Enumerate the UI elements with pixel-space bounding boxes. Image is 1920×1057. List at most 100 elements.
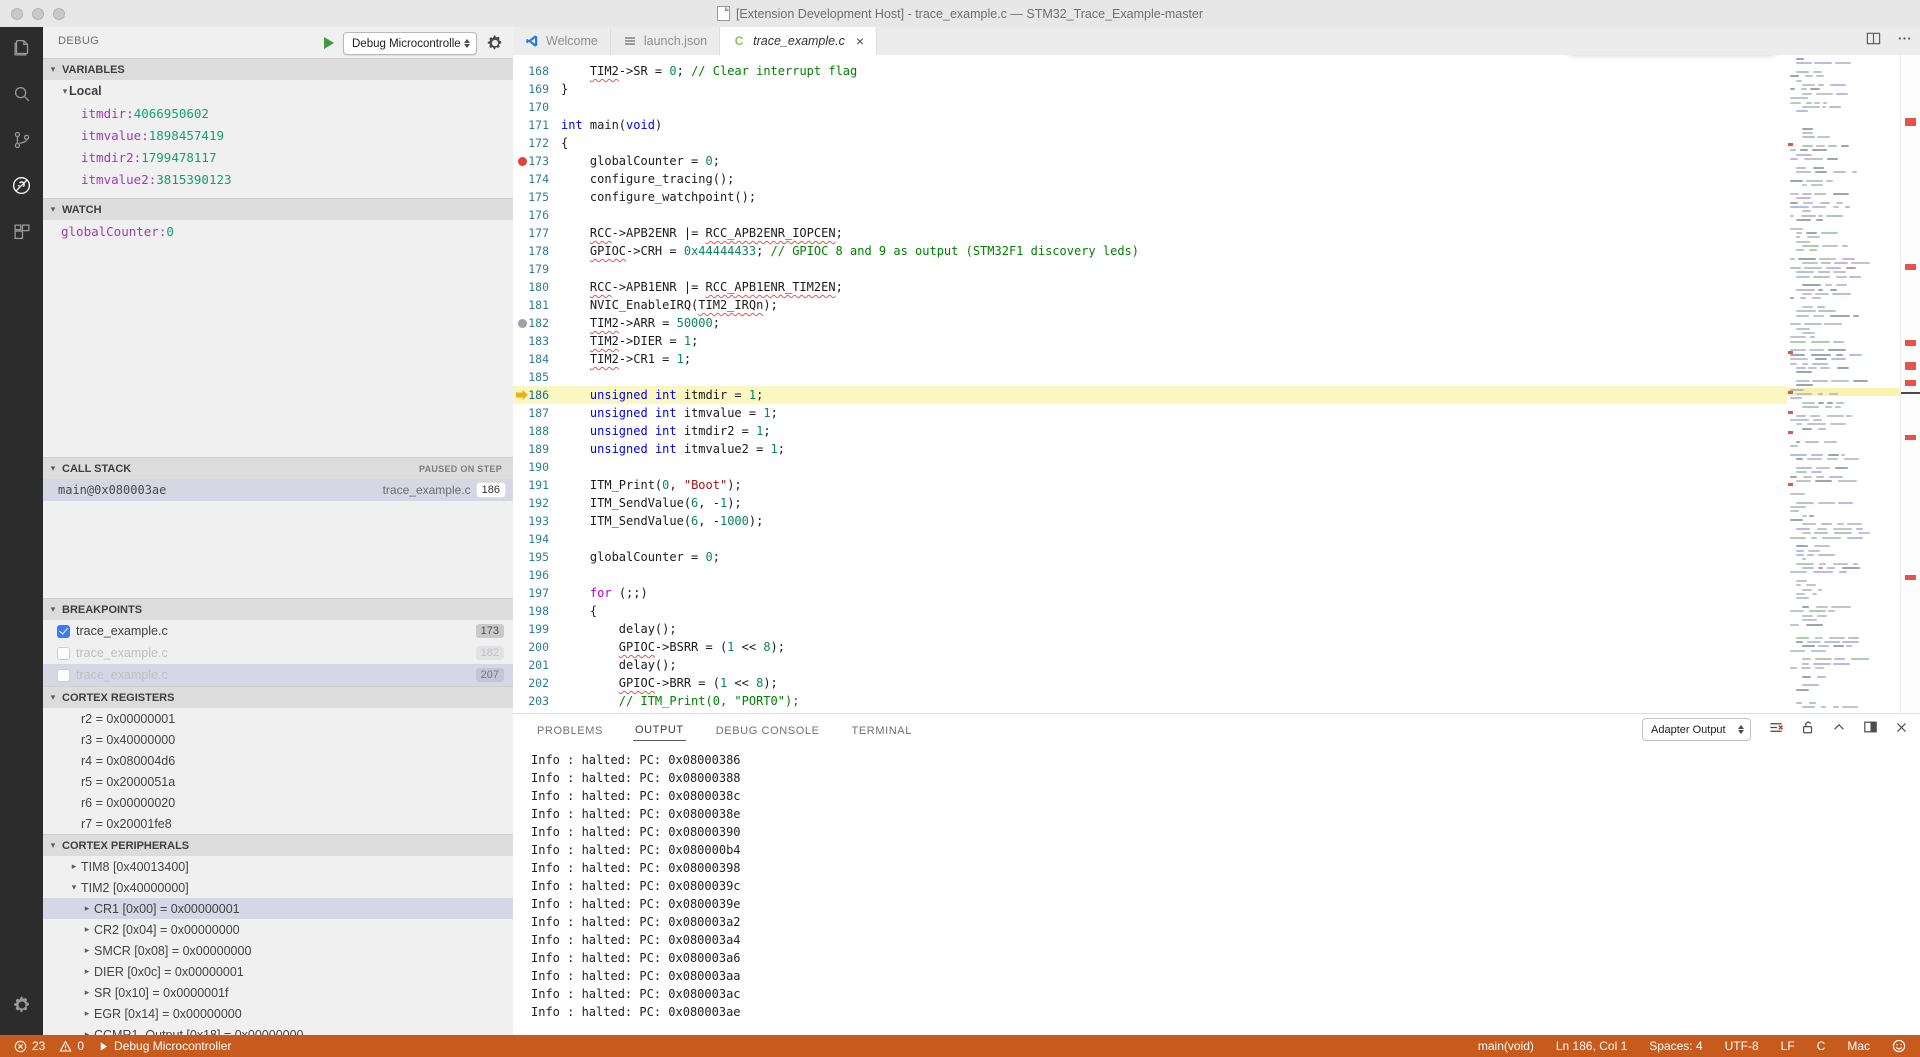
breakpoint-checkbox[interactable] xyxy=(57,647,70,660)
chevron-collapsed-icon[interactable]: ▸ xyxy=(83,945,91,956)
variable-row[interactable]: itmvalue: 1898457419 xyxy=(43,124,513,146)
status-language-mode[interactable]: C xyxy=(1817,1039,1826,1053)
panel-tab-output[interactable]: OUTPUT xyxy=(633,718,686,741)
status-eol[interactable]: LF xyxy=(1781,1039,1795,1053)
peripheral-row[interactable]: ▸DIER [0x0c] = 0x00000001 xyxy=(43,961,513,982)
gutter-cell[interactable]: 199 xyxy=(513,620,557,638)
tab-trace_example-c[interactable]: Ctrace_example.c× xyxy=(720,27,877,55)
gutter-cell[interactable]: 176 xyxy=(513,206,557,224)
status-cursor-position[interactable]: Ln 186, Col 1 xyxy=(1556,1039,1627,1053)
code-line-170[interactable]: 170 xyxy=(513,98,1787,116)
breakpoint-row[interactable]: trace_example.c182 xyxy=(43,642,513,664)
status-indentation[interactable]: Spaces: 4 xyxy=(1649,1039,1702,1053)
gutter-cell[interactable]: 177 xyxy=(513,224,557,242)
start-debug-button[interactable] xyxy=(319,32,339,53)
peripheral-row[interactable]: ▸CCMR1_Output [0x18] = 0x00000000 xyxy=(43,1024,513,1035)
tab-launch-json[interactable]: launch.json xyxy=(611,27,720,55)
watch-row[interactable]: globalCounter: 0 xyxy=(43,220,513,242)
code-line-171[interactable]: 171int main(void) xyxy=(513,116,1787,134)
manage-button[interactable] xyxy=(0,987,43,1027)
watch-section-header[interactable]: ▾WATCH xyxy=(43,198,513,220)
disabled-breakpoint-icon[interactable] xyxy=(518,319,527,328)
code-line-191[interactable]: 191 ITM_Print(0, "Boot"); xyxy=(513,476,1787,494)
status-symbol[interactable]: main(void) xyxy=(1478,1039,1534,1053)
chevron-collapsed-icon[interactable]: ▸ xyxy=(83,1008,91,1019)
close-tab-icon[interactable]: × xyxy=(856,34,864,48)
peripheral-row[interactable]: ▸TIM8 [0x40013400] xyxy=(43,856,513,877)
status-keymap[interactable]: Mac xyxy=(1847,1039,1870,1053)
gutter-cell[interactable]: 179 xyxy=(513,260,557,278)
code-line-177[interactable]: 177 RCC->APB2ENR |= RCC_APB2ENR_IOPCEN; xyxy=(513,224,1787,242)
code-line-186[interactable]: 186 unsigned int itmdir = 1; xyxy=(513,386,1787,404)
code-line-173[interactable]: 173 globalCounter = 0; xyxy=(513,152,1787,170)
breakpoint-checkbox[interactable] xyxy=(57,625,70,638)
code-line-199[interactable]: 199 delay(); xyxy=(513,620,1787,638)
maximize-panel-icon[interactable] xyxy=(1832,720,1846,739)
gutter-cell[interactable]: 191 xyxy=(513,476,557,494)
output-log[interactable]: Info : halted: PC: 0x08000386Info : halt… xyxy=(513,747,1920,1036)
code-line-200[interactable]: 200 GPIOC->BSRR = (1 << 8); xyxy=(513,638,1787,656)
output-channel-select[interactable]: Adapter Output xyxy=(1642,718,1751,741)
gutter-cell[interactable]: 182 xyxy=(513,314,557,332)
breakpoint-checkbox[interactable] xyxy=(57,669,70,682)
gutter-cell[interactable]: 197 xyxy=(513,584,557,602)
gutter-cell[interactable]: 195 xyxy=(513,548,557,566)
code-line-190[interactable]: 190 xyxy=(513,458,1787,476)
code-line-169[interactable]: 169} xyxy=(513,80,1787,98)
activity-bar-item-search[interactable] xyxy=(0,73,43,119)
register-row[interactable]: r2 = 0x00000001 xyxy=(43,708,513,729)
variable-row[interactable]: itmdir2: 1799478117 xyxy=(43,146,513,168)
register-row[interactable]: r5 = 0x2000051a xyxy=(43,771,513,792)
code-line-176[interactable]: 176 xyxy=(513,206,1787,224)
activity-bar-item-debug[interactable] xyxy=(0,165,43,211)
code-line-174[interactable]: 174 configure_tracing(); xyxy=(513,170,1787,188)
tab-welcome[interactable]: Welcome xyxy=(513,27,611,55)
cortex-peripherals-section-header[interactable]: ▾CORTEX PERIPHERALS xyxy=(43,834,513,856)
code-line-198[interactable]: 198 { xyxy=(513,602,1787,620)
peripheral-row[interactable]: ▸SR [0x10] = 0x0000001f xyxy=(43,982,513,1003)
gutter-cell[interactable]: 173 xyxy=(513,152,557,170)
gutter-cell[interactable]: 187 xyxy=(513,404,557,422)
code-editor[interactable]: 168 TIM2->SR = 0; // Clear interrupt fla… xyxy=(513,55,1920,713)
code-line-180[interactable]: 180 RCC->APB1ENR |= RCC_APB1ENR_TIM2EN; xyxy=(513,278,1787,296)
gutter-cell[interactable]: 188 xyxy=(513,422,557,440)
chevron-collapsed-icon[interactable]: ▸ xyxy=(83,966,91,977)
breakpoints-section-header[interactable]: ▾BREAKPOINTS xyxy=(43,598,513,620)
unlock-icon[interactable] xyxy=(1801,720,1815,740)
gutter-cell[interactable]: 194 xyxy=(513,530,557,548)
peripheral-row[interactable]: ▾TIM2 [0x40000000] xyxy=(43,877,513,898)
peripheral-row[interactable]: ▸SMCR [0x08] = 0x00000000 xyxy=(43,940,513,961)
code-line-193[interactable]: 193 ITM_SendValue(6, -1000); xyxy=(513,512,1787,530)
panel-tab-terminal[interactable]: TERMINAL xyxy=(850,719,914,741)
call-stack-section-header[interactable]: ▾CALL STACKPAUSED ON STEP xyxy=(43,457,513,479)
status-error-circle[interactable]: 23 xyxy=(14,1039,45,1053)
code-line-187[interactable]: 187 unsigned int itmvalue = 1; xyxy=(513,404,1787,422)
chevron-expanded-icon[interactable]: ▾ xyxy=(70,882,78,893)
peripheral-row[interactable]: ▸CR1 [0x00] = 0x00000001 xyxy=(43,898,513,919)
gutter-cell[interactable]: 189 xyxy=(513,440,557,458)
panel-tab-debug-console[interactable]: DEBUG CONSOLE xyxy=(714,719,822,741)
variables-scope-row[interactable]: ▾Local xyxy=(43,80,513,102)
code-line-197[interactable]: 197 for (;;) xyxy=(513,584,1787,602)
stack-frame-row[interactable]: main@0x080003aetrace_example.c186 xyxy=(43,479,513,501)
gutter-cell[interactable]: 185 xyxy=(513,368,557,386)
gutter-cell[interactable]: 172 xyxy=(513,134,557,152)
close-panel-icon[interactable] xyxy=(1895,721,1908,739)
code-line-195[interactable]: 195 globalCounter = 0; xyxy=(513,548,1787,566)
activity-bar-item-source-control[interactable] xyxy=(0,119,43,165)
code-line-184[interactable]: 184 TIM2->CR1 = 1; xyxy=(513,350,1787,368)
breakpoint-icon[interactable] xyxy=(518,157,527,166)
chevron-collapsed-icon[interactable]: ▸ xyxy=(83,924,91,935)
gutter-cell[interactable]: 201 xyxy=(513,656,557,674)
gutter-cell[interactable]: 180 xyxy=(513,278,557,296)
gutter-cell[interactable]: 169 xyxy=(513,80,557,98)
chevron-collapsed-icon[interactable]: ▸ xyxy=(83,987,91,998)
gutter-cell[interactable]: 181 xyxy=(513,296,557,314)
gutter-cell[interactable]: 203 xyxy=(513,692,557,710)
code-line-196[interactable]: 196 xyxy=(513,566,1787,584)
code-line-178[interactable]: 178 GPIOC->CRH = 0x44444433; // GPIOC 8 … xyxy=(513,242,1787,260)
code-line-172[interactable]: 172{ xyxy=(513,134,1787,152)
status-encoding[interactable]: UTF-8 xyxy=(1725,1039,1759,1053)
gutter-cell[interactable]: 183 xyxy=(513,332,557,350)
overview-ruler[interactable] xyxy=(1900,55,1920,713)
